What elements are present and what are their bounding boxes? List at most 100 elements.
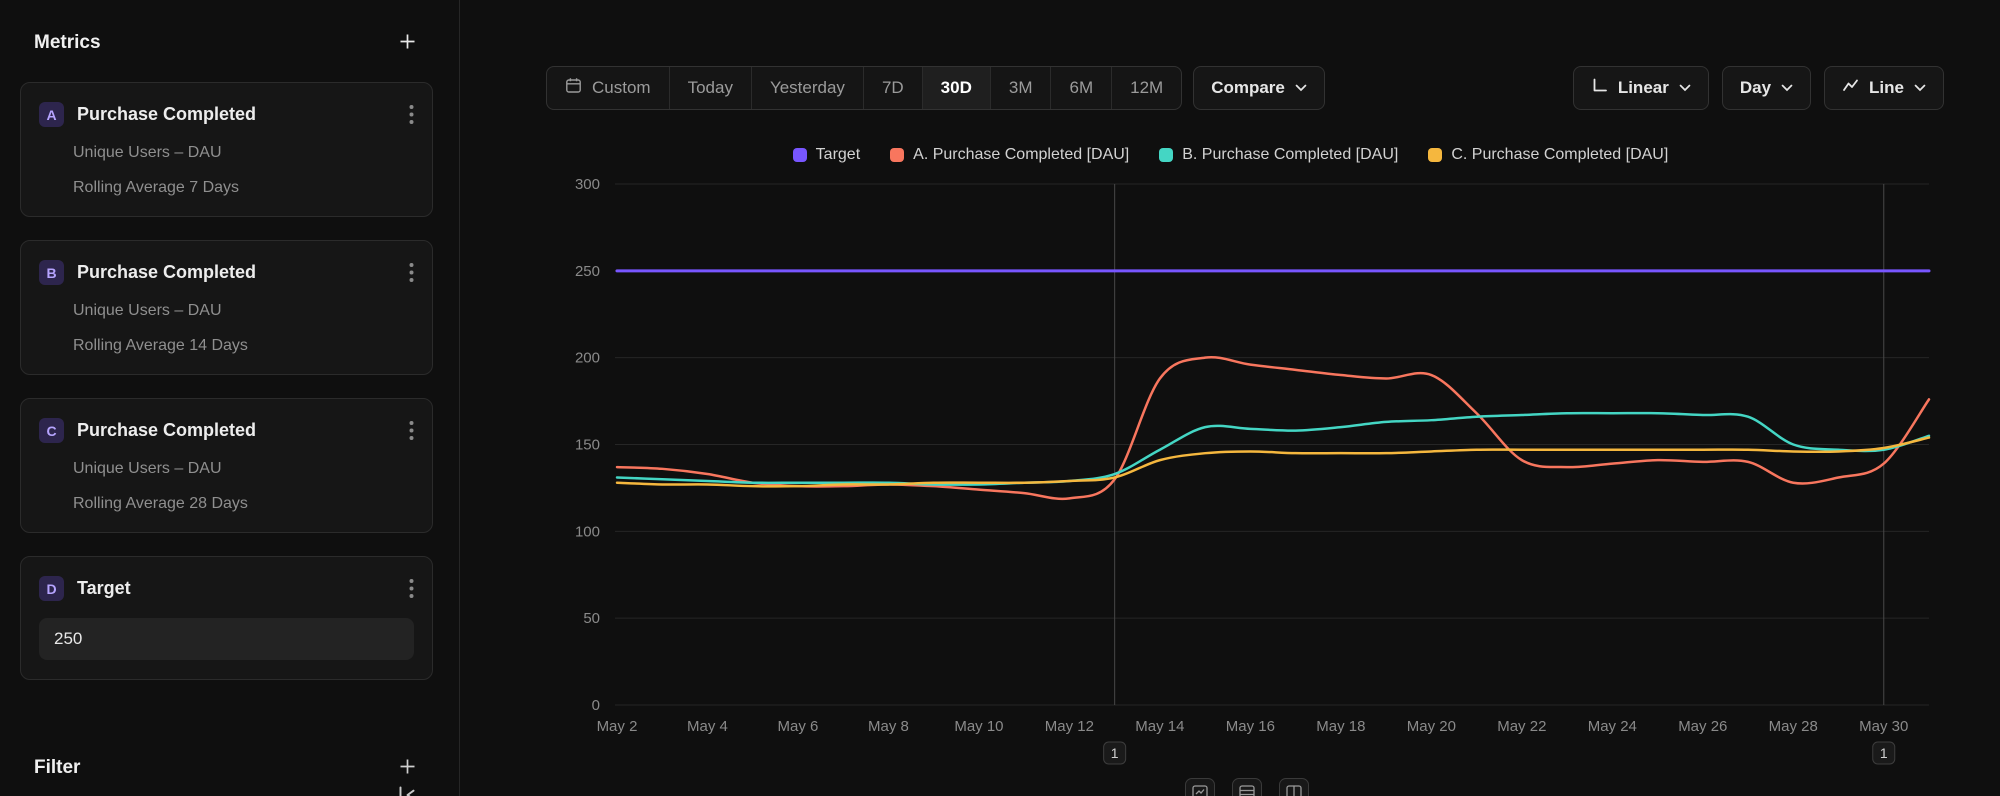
target-card[interactable]: D Target bbox=[20, 556, 433, 680]
date-range-label: 30D bbox=[941, 78, 972, 98]
date-range-12m[interactable]: 12M bbox=[1111, 67, 1181, 109]
target-title: Target bbox=[77, 578, 396, 599]
metric-card-b[interactable]: B Purchase Completed Unique Users – DAU … bbox=[20, 240, 433, 375]
granularity-label: Day bbox=[1740, 78, 1771, 98]
svg-text:0: 0 bbox=[592, 697, 600, 714]
metric-transform[interactable]: Rolling Average 28 Days bbox=[73, 495, 414, 513]
toggle-chart-view-button[interactable] bbox=[1185, 778, 1215, 796]
svg-text:May 8: May 8 bbox=[868, 718, 909, 735]
date-range-label: 3M bbox=[1009, 78, 1033, 98]
metric-card-a[interactable]: A Purchase Completed Unique Users – DAU … bbox=[20, 82, 433, 217]
toggle-table-view-button[interactable] bbox=[1232, 778, 1262, 796]
legend-swatch bbox=[890, 148, 904, 162]
svg-text:May 2: May 2 bbox=[597, 718, 638, 735]
svg-text:1: 1 bbox=[1880, 745, 1888, 761]
chevron-down-icon bbox=[1914, 84, 1926, 92]
metric-measure[interactable]: Unique Users – DAU bbox=[73, 144, 414, 162]
target-value-input[interactable] bbox=[39, 618, 414, 660]
date-range-custom[interactable]: Custom bbox=[547, 67, 669, 109]
granularity-button[interactable]: Day bbox=[1722, 66, 1811, 110]
collapse-sidebar-button[interactable] bbox=[394, 782, 420, 796]
calendar-icon bbox=[565, 77, 582, 99]
date-range-label: 12M bbox=[1130, 78, 1163, 98]
metric-card-c[interactable]: C Purchase Completed Unique Users – DAU … bbox=[20, 398, 433, 533]
svg-text:300: 300 bbox=[575, 176, 600, 193]
add-metric-button[interactable] bbox=[396, 30, 419, 56]
compare-label: Compare bbox=[1211, 78, 1285, 98]
date-range-7d[interactable]: 7D bbox=[863, 67, 922, 109]
svg-text:May 12: May 12 bbox=[1045, 718, 1094, 735]
svg-text:May 10: May 10 bbox=[954, 718, 1003, 735]
metric-measure[interactable]: Unique Users – DAU bbox=[73, 302, 414, 320]
svg-text:May 14: May 14 bbox=[1135, 718, 1184, 735]
legend-label: A. Purchase Completed [DAU] bbox=[913, 146, 1129, 164]
date-range-3m[interactable]: 3M bbox=[990, 67, 1051, 109]
metric-badge: A bbox=[39, 102, 64, 127]
add-filter-button[interactable] bbox=[396, 755, 419, 781]
svg-text:May 22: May 22 bbox=[1497, 718, 1546, 735]
svg-text:May 26: May 26 bbox=[1678, 718, 1727, 735]
svg-text:May 30: May 30 bbox=[1859, 718, 1908, 735]
metric-badge: D bbox=[39, 576, 64, 601]
kebab-menu-icon[interactable] bbox=[409, 104, 414, 125]
svg-text:150: 150 bbox=[575, 437, 600, 454]
date-range-today[interactable]: Today bbox=[669, 67, 751, 109]
date-range-label: 7D bbox=[882, 78, 904, 98]
filter-heading: Filter bbox=[34, 757, 80, 779]
svg-text:May 24: May 24 bbox=[1588, 718, 1637, 735]
legend-item-a[interactable]: A. Purchase Completed [DAU] bbox=[890, 146, 1129, 164]
mini-chart-icon bbox=[1192, 785, 1208, 796]
toggle-split-view-button[interactable] bbox=[1279, 778, 1309, 796]
chart-toolbar: Custom Today Yesterday 7D 30D 3M 6M 12M … bbox=[461, 66, 2000, 110]
mini-table-icon bbox=[1239, 785, 1255, 796]
legend-swatch bbox=[793, 148, 807, 162]
date-range-control: Custom Today Yesterday 7D 30D 3M 6M 12M bbox=[546, 66, 1182, 110]
legend-item-target[interactable]: Target bbox=[793, 146, 860, 164]
svg-text:May 18: May 18 bbox=[1316, 718, 1365, 735]
line-chart-icon bbox=[1842, 77, 1859, 99]
svg-text:50: 50 bbox=[583, 610, 600, 627]
scale-button[interactable]: Linear bbox=[1573, 66, 1709, 110]
line-chart-canvas[interactable]: 0 50 100 150 200 250 300 May 2 May 4 May 6 May 8 Ma… bbox=[560, 175, 1950, 775]
kebab-menu-icon[interactable] bbox=[409, 420, 414, 441]
scale-label: Linear bbox=[1618, 78, 1669, 98]
kebab-menu-icon[interactable] bbox=[409, 262, 414, 283]
svg-text:200: 200 bbox=[575, 350, 600, 367]
legend-label: B. Purchase Completed [DAU] bbox=[1182, 146, 1398, 164]
metric-badge: B bbox=[39, 260, 64, 285]
sidebar: Metrics A Purchase Completed Unique User… bbox=[0, 0, 460, 796]
svg-text:1: 1 bbox=[1111, 745, 1119, 761]
plus-icon bbox=[398, 32, 417, 54]
svg-text:May 6: May 6 bbox=[778, 718, 819, 735]
kebab-menu-icon[interactable] bbox=[409, 578, 414, 599]
svg-text:May 4: May 4 bbox=[687, 718, 728, 735]
date-range-label: Custom bbox=[592, 78, 651, 98]
date-range-30d[interactable]: 30D bbox=[922, 67, 990, 109]
legend-item-b[interactable]: B. Purchase Completed [DAU] bbox=[1159, 146, 1398, 164]
metric-title: Purchase Completed bbox=[77, 420, 396, 441]
legend-swatch bbox=[1428, 148, 1442, 162]
metric-title: Purchase Completed bbox=[77, 104, 396, 125]
date-range-label: 6M bbox=[1069, 78, 1093, 98]
legend-item-c[interactable]: C. Purchase Completed [DAU] bbox=[1428, 146, 1668, 164]
metric-transform[interactable]: Rolling Average 7 Days bbox=[73, 179, 414, 197]
svg-text:May 28: May 28 bbox=[1769, 718, 1818, 735]
chart-type-button[interactable]: Line bbox=[1824, 66, 1944, 110]
legend-label: Target bbox=[816, 146, 860, 164]
svg-text:100: 100 bbox=[575, 523, 600, 540]
date-range-yesterday[interactable]: Yesterday bbox=[751, 67, 863, 109]
date-range-6m[interactable]: 6M bbox=[1050, 67, 1111, 109]
plus-icon bbox=[398, 757, 417, 779]
app-root: Metrics A Purchase Completed Unique User… bbox=[0, 0, 2000, 796]
svg-text:May 20: May 20 bbox=[1407, 718, 1456, 735]
svg-text:250: 250 bbox=[575, 263, 600, 280]
chevron-down-icon bbox=[1679, 84, 1691, 92]
date-range-label: Yesterday bbox=[770, 78, 845, 98]
metric-badge: C bbox=[39, 418, 64, 443]
chart-type-label: Line bbox=[1869, 78, 1904, 98]
metric-measure[interactable]: Unique Users – DAU bbox=[73, 460, 414, 478]
filter-header: Filter bbox=[20, 703, 433, 781]
metric-transform[interactable]: Rolling Average 14 Days bbox=[73, 337, 414, 355]
compare-button[interactable]: Compare bbox=[1193, 66, 1325, 110]
metrics-header: Metrics bbox=[20, 0, 433, 56]
